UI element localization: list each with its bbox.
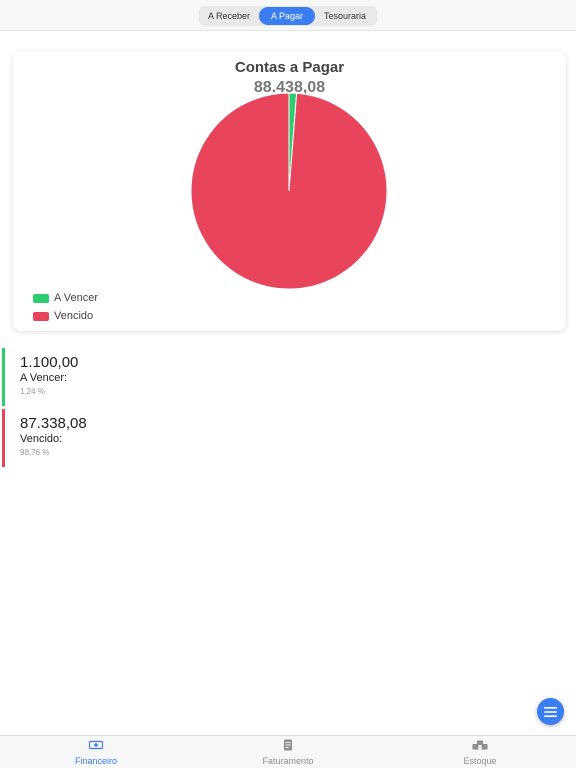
legend-label: Vencido — [54, 310, 94, 322]
invoice-icon — [283, 739, 293, 751]
boxes-icon — [472, 739, 488, 751]
tab-label: Estoque — [463, 756, 497, 766]
row-value: 87.338,08 — [20, 415, 87, 432]
menu-fab-button[interactable] — [537, 698, 564, 725]
row-label: Vencido: — [20, 433, 63, 445]
tab-financeiro[interactable]: Financeiro — [0, 736, 192, 768]
money-icon — [89, 739, 103, 751]
summary-row-vencido[interactable]: 87.338,08 Vencido: 98,76 % — [2, 409, 576, 467]
row-percent: 98,76 % — [20, 448, 50, 457]
segment-a-pagar[interactable]: A Pagar — [259, 7, 315, 25]
legend-swatch-a-vencer — [33, 293, 49, 303]
legend: A Vencer Vencido — [33, 289, 98, 325]
tab-bar: Financeiro Faturamento Estoque — [0, 735, 576, 768]
pie-slice-vencido[interactable] — [190, 92, 388, 290]
row-label: A Vencer: — [20, 372, 68, 384]
legend-item-a-vencer[interactable]: A Vencer — [33, 289, 98, 307]
legend-item-vencido[interactable]: Vencido — [33, 307, 98, 325]
tab-estoque[interactable]: Estoque — [384, 736, 576, 768]
row-percent: 1,24 % — [20, 387, 45, 396]
top-bar: A Receber A Pagar Tesouraria — [0, 0, 576, 31]
chart-card: Contas a Pagar 88.438,08 A Vencer Vencid… — [13, 51, 566, 331]
segment-a-receber[interactable]: A Receber — [199, 7, 259, 25]
menu-icon — [544, 706, 557, 717]
tab-label: Faturamento — [262, 756, 314, 766]
tab-faturamento[interactable]: Faturamento — [192, 736, 384, 768]
summary-row-a-vencer[interactable]: 1.100,00 A Vencer: 1,24 % — [2, 348, 576, 406]
row-value: 1.100,00 — [20, 354, 79, 371]
segmented-control: A Receber A Pagar Tesouraria — [199, 6, 377, 26]
legend-label: A Vencer — [54, 292, 99, 304]
segment-tesouraria[interactable]: Tesouraria — [315, 7, 375, 25]
legend-swatch-vencido — [33, 311, 49, 321]
tab-label: Financeiro — [74, 756, 118, 766]
